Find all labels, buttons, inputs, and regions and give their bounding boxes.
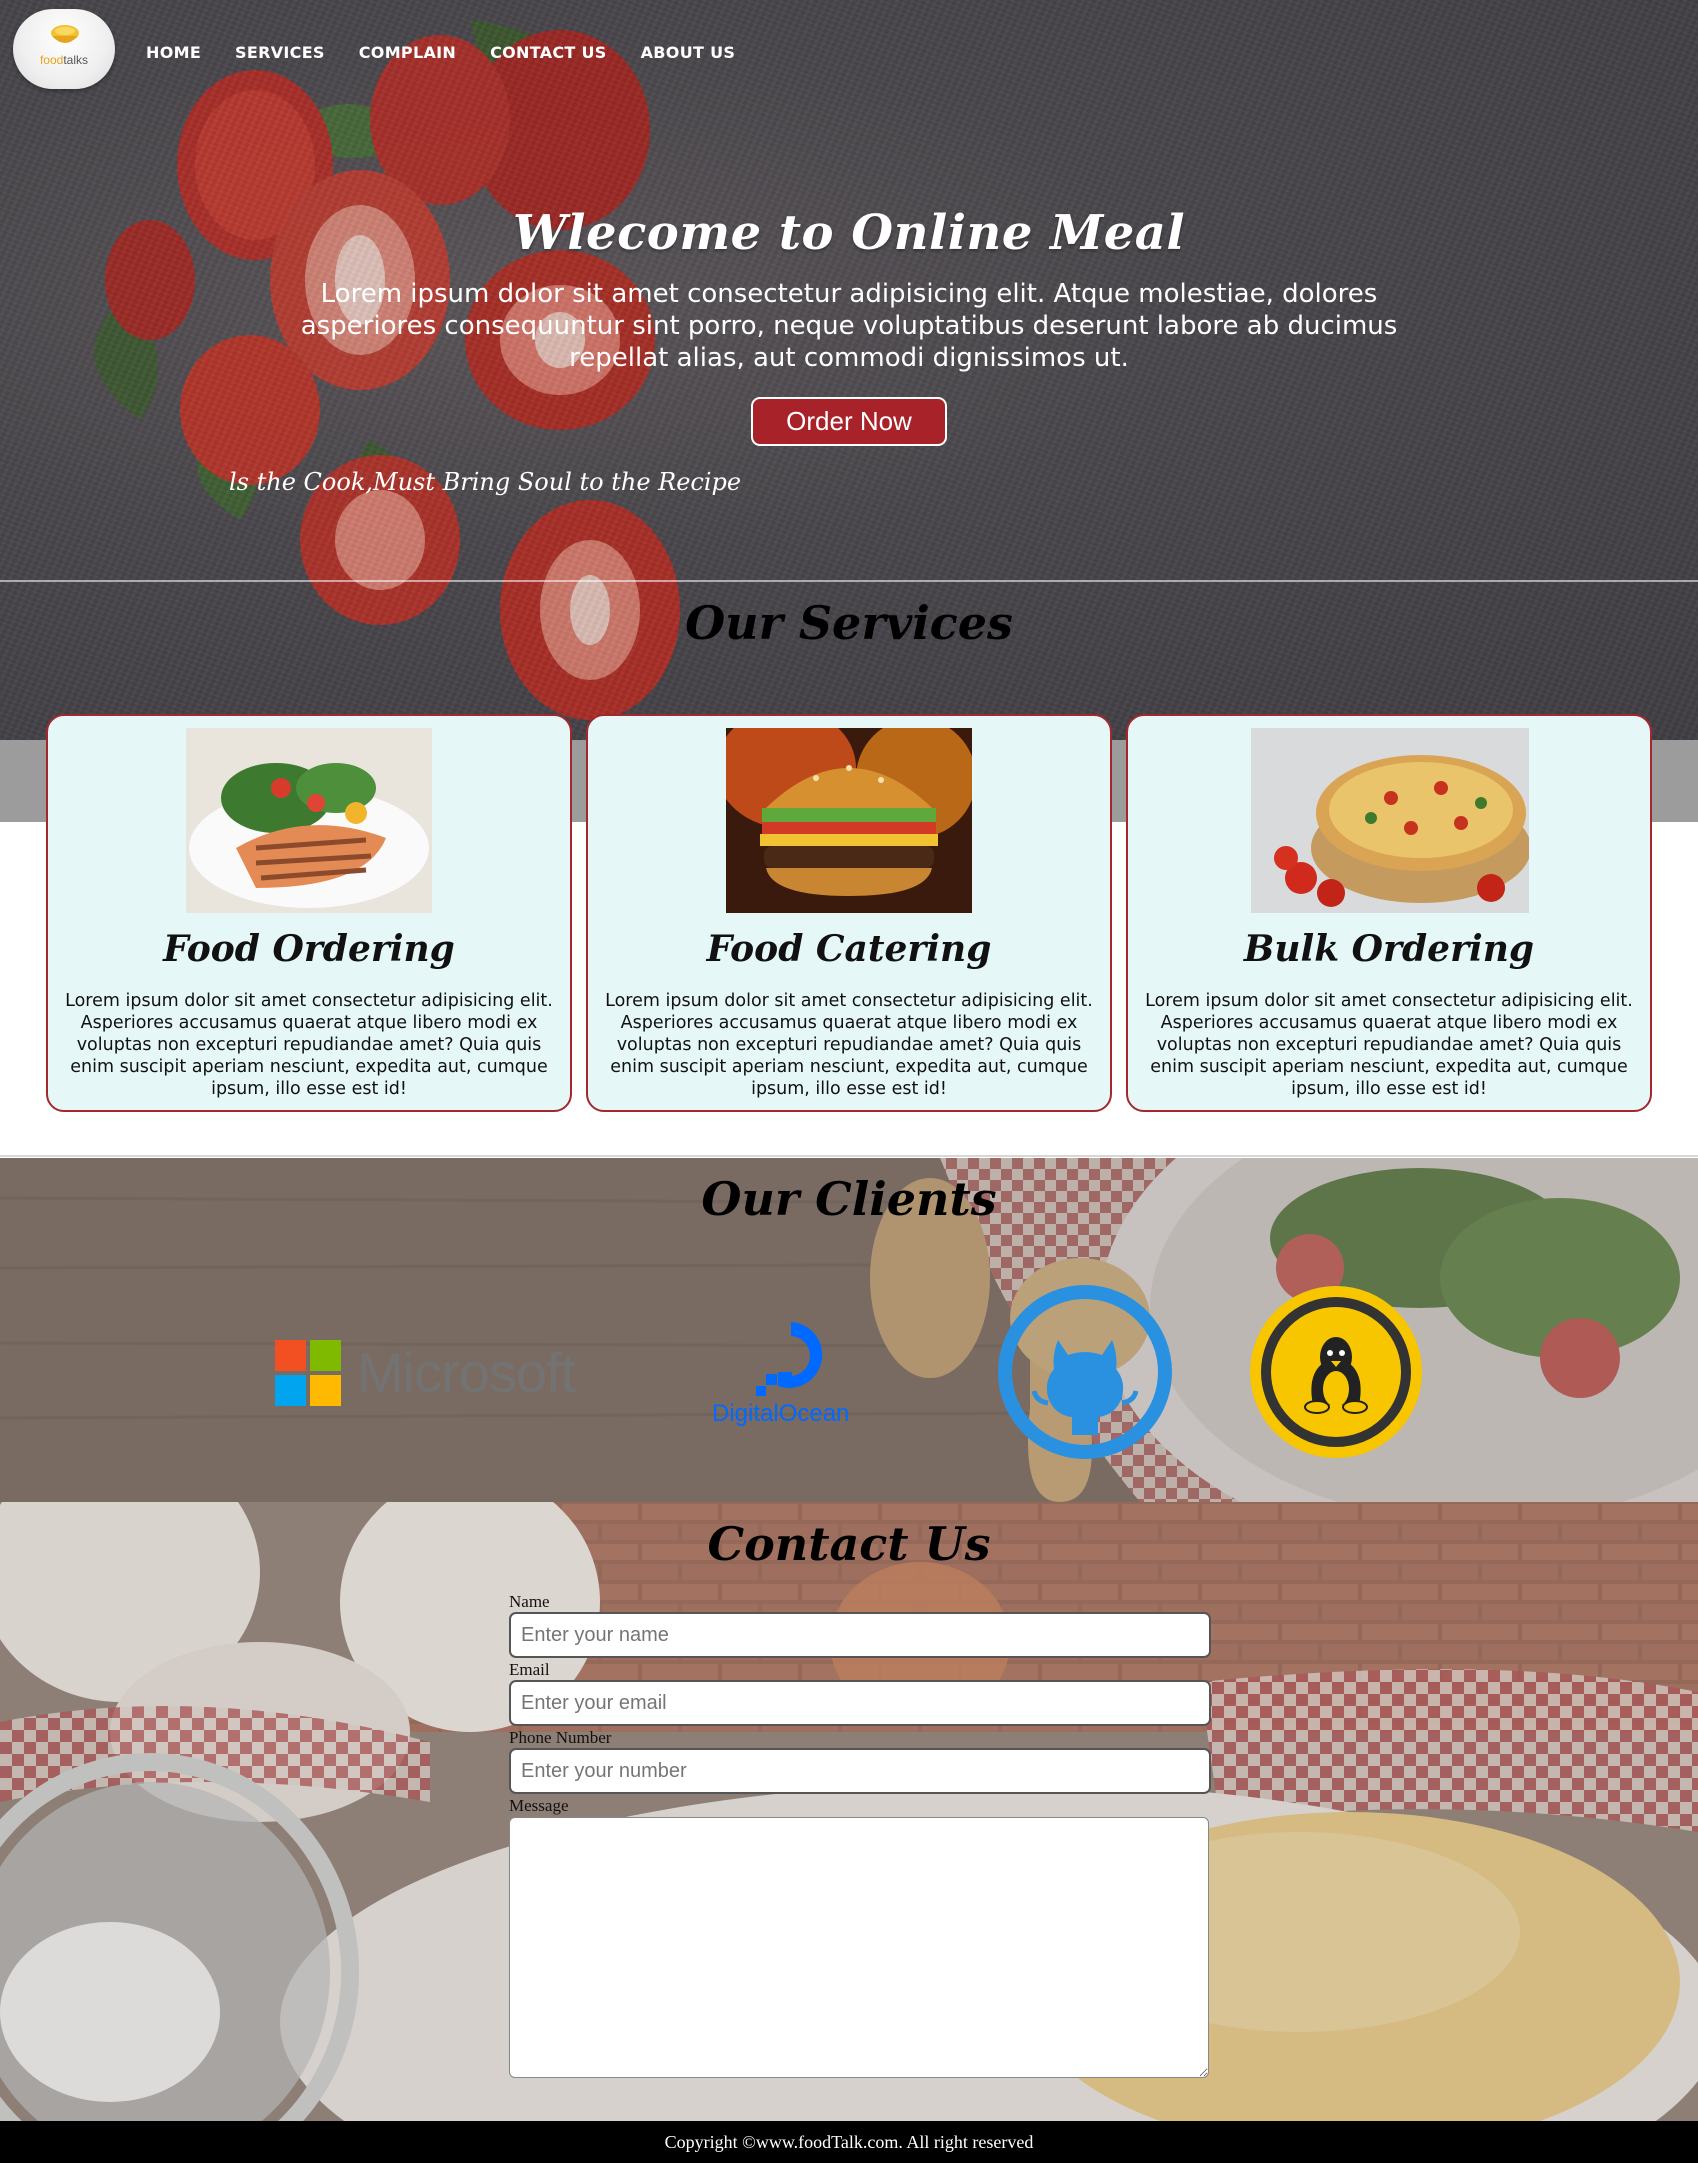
microsoft-logo-text: Microsoft bbox=[357, 1341, 576, 1404]
digitalocean-logo-text: DigitalOcean bbox=[712, 1400, 850, 1427]
phone-label: Phone Number bbox=[509, 1728, 612, 1747]
card-description: Lorem ipsum dolor sit amet consectetur a… bbox=[65, 991, 553, 1099]
service-card-food-ordering: Food Ordering Lorem ipsum dolor sit amet… bbox=[46, 714, 572, 1112]
card-title: Food Ordering bbox=[163, 928, 455, 970]
card-title: Food Catering bbox=[706, 928, 992, 970]
services-heading: Our Services bbox=[685, 596, 1013, 650]
order-now-button[interactable]: Order Now bbox=[751, 397, 947, 446]
pizza-image bbox=[1251, 728, 1529, 913]
github-icon[interactable] bbox=[998, 1285, 1172, 1459]
clients-heading: Our Clients bbox=[701, 1172, 997, 1226]
hero-title: Wlecome to Online Meal bbox=[512, 205, 1186, 261]
linux-tux-icon[interactable] bbox=[1249, 1285, 1423, 1459]
nav-services-link[interactable]: SERVICES bbox=[235, 43, 325, 62]
nav-about-link[interactable]: ABOUT US bbox=[641, 43, 736, 62]
message-label: Message bbox=[509, 1796, 569, 1815]
nav-home-link[interactable]: HOME bbox=[146, 43, 201, 62]
contact-heading: Contact Us bbox=[707, 1517, 991, 1571]
hero-tagline: ls the Cook,Must Bring Soul to the Recip… bbox=[229, 468, 742, 496]
card-title: Bulk Ordering bbox=[1243, 928, 1535, 970]
burger-image bbox=[726, 728, 972, 913]
phone-input[interactable] bbox=[509, 1748, 1211, 1794]
copyright-text: Copyright ©www.foodTalk.com. All right r… bbox=[664, 2131, 1034, 2152]
name-input[interactable] bbox=[509, 1612, 1211, 1658]
service-card-food-catering: Food Catering Lorem ipsum dolor sit amet… bbox=[586, 714, 1112, 1112]
salmon-dish-image bbox=[186, 728, 432, 913]
email-label: Email bbox=[509, 1660, 550, 1679]
nav-complain-link[interactable]: COMPLAIN bbox=[359, 43, 456, 62]
logo-text: foodtalks bbox=[39, 53, 89, 67]
card-description: Lorem ipsum dolor sit amet consectetur a… bbox=[605, 991, 1093, 1099]
card-description: Lorem ipsum dolor sit amet consectetur a… bbox=[1145, 991, 1633, 1099]
name-label: Name bbox=[509, 1592, 550, 1611]
nav-links: HOME SERVICES COMPLAIN CONTACT US ABOUT … bbox=[146, 43, 769, 62]
nav-contact-link[interactable]: CONTACT US bbox=[490, 43, 607, 62]
foodtalks-logo[interactable]: foodtalks bbox=[13, 9, 115, 89]
bowl-icon bbox=[51, 25, 79, 43]
section-divider bbox=[0, 1155, 1698, 1157]
footer: Copyright ©www.foodTalk.com. All right r… bbox=[0, 2121, 1698, 2163]
digitalocean-logo-icon[interactable] bbox=[748, 1312, 834, 1396]
message-textarea[interactable] bbox=[509, 1817, 1209, 2078]
microsoft-logo-icon[interactable] bbox=[275, 1340, 341, 1406]
hero-description: Lorem ipsum dolor sit amet consectetur a… bbox=[300, 279, 1398, 373]
email-input[interactable] bbox=[509, 1680, 1211, 1726]
hero-divider bbox=[0, 580, 1698, 582]
top-navbar: foodtalks HOME SERVICES COMPLAIN CONTACT… bbox=[0, 0, 1698, 105]
service-card-bulk-ordering: Bulk Ordering Lorem ipsum dolor sit amet… bbox=[1126, 714, 1652, 1112]
